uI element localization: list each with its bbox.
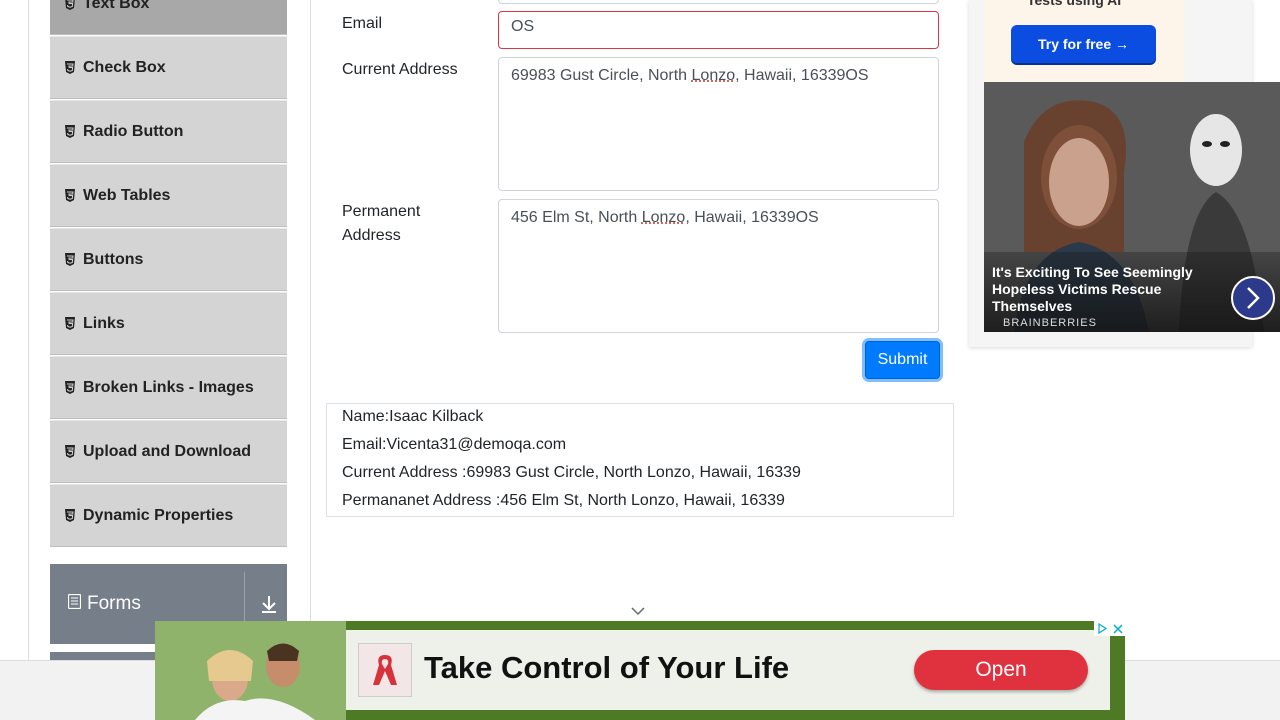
- adchoices-icon[interactable]: [1094, 621, 1125, 636]
- sidebar-item-label: Dynamic Properties: [83, 506, 234, 524]
- side-ad-caption[interactable]: It's Exciting To See Seemingly Hopeless …: [992, 264, 1207, 315]
- sidebar-item-broken-links[interactable]: Broken Links - Images: [50, 356, 287, 419]
- sidebar-item-web-tables[interactable]: Web Tables: [50, 164, 287, 227]
- sidebar-item-label: Text Box: [83, 0, 150, 12]
- chevron-down-icon[interactable]: [631, 603, 645, 621]
- current-address-label: Current Address: [342, 61, 458, 78]
- current-address-field[interactable]: 69983 Gust Circle, North Lonzo, Hawaii, …: [498, 57, 939, 191]
- sidebar-item-label: Upload and Download: [83, 442, 251, 460]
- sidebar-item-text-box[interactable]: Text Box: [50, 0, 287, 35]
- sidebar-divider: [310, 0, 311, 720]
- sidebar-item-label: Links: [83, 314, 125, 332]
- html5-icon: [64, 189, 76, 202]
- output-panel: Name:Isaac Kilback Email:Vicenta31@demoq…: [326, 403, 954, 517]
- submit-button[interactable]: Submit: [865, 341, 940, 379]
- current-address-text: 69983 Gust Circle, North: [511, 67, 692, 84]
- permanent-address-label-line1: Permanent: [342, 203, 421, 220]
- permanent-address-text: 456 Elm St, North: [511, 209, 642, 226]
- sidebar-item-check-box[interactable]: Check Box: [50, 36, 287, 99]
- side-ad-headline: Tests using AI: [1027, 0, 1122, 8]
- html5-icon: [64, 0, 76, 10]
- sidebar-item-buttons[interactable]: Buttons: [50, 228, 287, 291]
- download-icon[interactable]: [260, 594, 278, 619]
- html5-icon: [64, 253, 76, 266]
- output-name: Name:Isaac Kilback: [342, 408, 484, 425]
- sidebar-item-upload-download[interactable]: Upload and Download: [50, 420, 287, 483]
- sidebar-item-label: Buttons: [83, 250, 144, 268]
- html5-icon: [64, 317, 76, 330]
- spellcheck-word: Lonzo: [691, 67, 736, 84]
- current-address-text-end: , Hawaii, 16339OS: [735, 67, 869, 84]
- open-button[interactable]: Open: [914, 650, 1088, 690]
- sidebar-item-radio-button[interactable]: Radio Button: [50, 100, 287, 163]
- email-field[interactable]: OS: [498, 11, 939, 49]
- sidebar-item-dynamic-properties[interactable]: Dynamic Properties: [50, 484, 287, 547]
- sidebar-group-label: Forms: [87, 593, 141, 614]
- ribbon-logo-icon: [358, 643, 412, 697]
- permanent-address-field[interactable]: 456 Elm St, North Lonzo, Hawaii, 16339OS: [498, 199, 939, 333]
- sidebar-item-links[interactable]: Links: [50, 292, 287, 355]
- permanent-address-label: Permanent Address: [342, 200, 420, 248]
- side-ad-source: BRAINBERRIES: [1003, 317, 1097, 329]
- content-left-border: [28, 0, 29, 720]
- sidebar-item-label: Web Tables: [83, 186, 171, 204]
- email-label: Email: [342, 15, 383, 32]
- html5-icon: [64, 125, 76, 138]
- close-icon: [1112, 623, 1123, 634]
- sidebar-item-label: Check Box: [83, 58, 166, 76]
- chevron-right-icon[interactable]: [1231, 276, 1275, 320]
- full-name-field[interactable]: [498, 0, 939, 4]
- bottom-ad-title: Take Control of Your Life: [424, 650, 790, 685]
- html5-icon: [64, 61, 76, 74]
- permanent-address-text-end: , Hawaii, 16339OS: [685, 209, 819, 226]
- spellcheck-word: Lonzo: [641, 209, 686, 226]
- sidebar-item-label: Broken Links - Images: [83, 378, 254, 396]
- output-email: Email:Vicenta31@demoqa.com: [342, 436, 567, 453]
- document-icon: [67, 593, 82, 614]
- html5-icon: [64, 445, 76, 458]
- bottom-ad-photo: [155, 621, 346, 720]
- sidebar-item-label: Radio Button: [83, 122, 184, 140]
- try-for-free-button[interactable]: Try for free →: [1011, 25, 1156, 63]
- html5-icon: [64, 381, 76, 394]
- output-current-address: Current Address :69983 Gust Circle, Nort…: [342, 464, 801, 481]
- html5-icon: [64, 509, 76, 522]
- output-permanent-address: Permananet Address :456 Elm St, North Lo…: [342, 492, 785, 509]
- permanent-address-label-line2: Address: [342, 227, 401, 244]
